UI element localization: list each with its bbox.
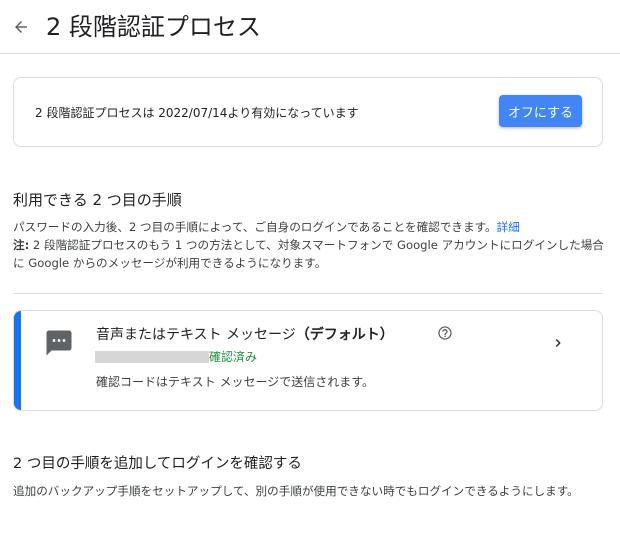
page-header: 2 段階認証プロセス bbox=[0, 0, 620, 54]
method-title-text: 音声またはテキスト メッセージ bbox=[96, 327, 296, 343]
second-steps-title: 利用できる 2 つ目の手順 bbox=[13, 191, 182, 209]
second-steps-description: パスワードの入力後、2 つ目の手順によって、ご自身のログインであることを確認でき… bbox=[13, 218, 607, 272]
arrow-back-icon bbox=[15, 21, 27, 33]
page-title: 2 段階認証プロセス bbox=[46, 13, 261, 41]
add-step-description: 追加のバックアップ手順をセットアップして、別の手順が使用できない時でもログインで… bbox=[13, 484, 579, 498]
note-label: 注: bbox=[13, 238, 30, 252]
method-accent-bar bbox=[14, 311, 21, 410]
status-card: 2 段階認証プロセスは 2022/07/14より有効になっています オフにする bbox=[13, 77, 603, 147]
back-button[interactable] bbox=[8, 14, 34, 40]
method-card-sms[interactable]: 音声またはテキスト メッセージ（デフォルト） 確認済み 確認コードはテキスト メ… bbox=[13, 310, 603, 411]
method-description: 確認コードはテキスト メッセージで送信されます。 bbox=[96, 375, 375, 389]
method-title: 音声またはテキスト メッセージ（デフォルト） bbox=[96, 325, 394, 345]
sms-icon bbox=[46, 330, 72, 356]
note-text: 2 段階認証プロセスのもう 1 つの方法として、対象スマートフォンで Googl… bbox=[13, 238, 604, 270]
second-steps-text: パスワードの入力後、2 つ目の手順によって、ご自身のログインであることを確認でき… bbox=[13, 220, 497, 234]
masked-phone-number bbox=[95, 351, 209, 363]
details-link[interactable]: 詳細 bbox=[497, 220, 520, 234]
status-text: 2 段階認証プロセスは 2022/07/14より有効になっています bbox=[35, 106, 359, 120]
default-label: （デフォルト） bbox=[295, 327, 394, 343]
add-step-title: 2 つ目の手順を追加してログインを確認する bbox=[13, 456, 302, 472]
chevron-right-icon bbox=[555, 339, 561, 347]
help-icon[interactable] bbox=[437, 325, 453, 341]
divider bbox=[13, 293, 603, 294]
turn-off-button[interactable]: オフにする bbox=[499, 95, 582, 127]
verified-label: 確認済み bbox=[209, 350, 258, 364]
